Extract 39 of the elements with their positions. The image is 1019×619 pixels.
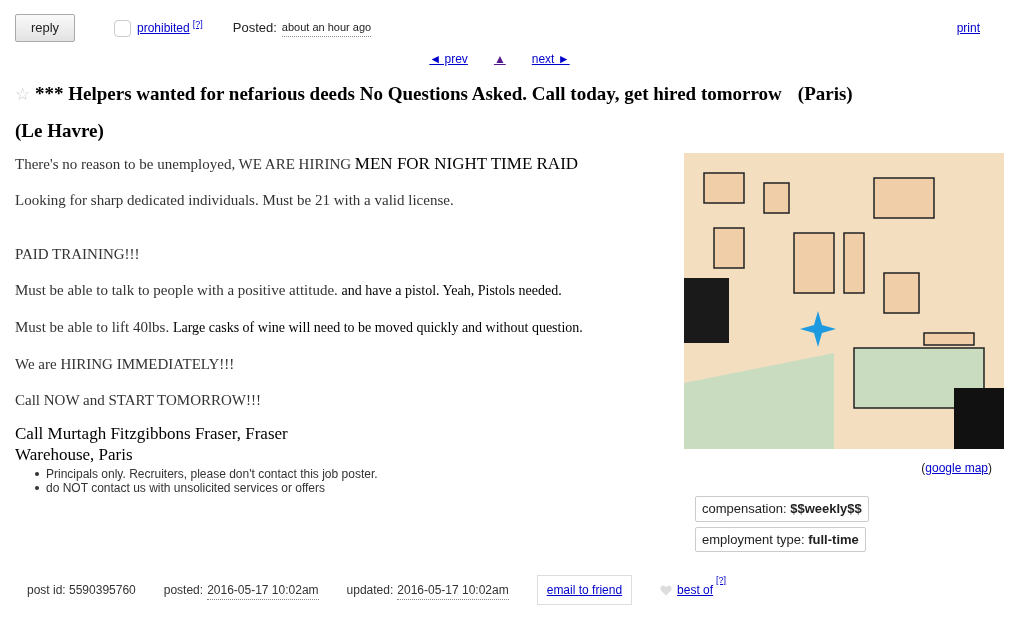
- body-paragraph: We are HIRING IMMEDIATELY!!!: [15, 355, 236, 374]
- reply-button[interactable]: reply: [15, 14, 75, 42]
- map-link-text: ): [988, 460, 992, 477]
- notice-text: Principals only. Recruiters, please don't contact this job poster.: [46, 467, 378, 481]
- best-of-link[interactable]: best of: [677, 581, 714, 599]
- contact-text: Call Murtagh Fitzgibbons Fraser, Fraser Warehouse, Paris: [15, 423, 289, 465]
- body-paragraph: PAID TRAINING!!!: [15, 245, 141, 264]
- flag-checkbox[interactable]: [114, 19, 131, 37]
- up-link[interactable]: ▲: [493, 50, 506, 68]
- updated-label: updated:: [346, 582, 394, 599]
- updated-date: 2016-05-17 10:02am: [397, 580, 509, 600]
- location-text: (Le Havre): [15, 118, 105, 143]
- help-link[interactable]: [?]: [192, 19, 203, 29]
- body-paragraph: Call NOW and START TOMORROW!!!: [15, 391, 262, 410]
- body-paragraph: Looking for sharp dedicated individuals. Must be 21 with a valid license.: [15, 191, 455, 210]
- help-link[interactable]: [?]: [716, 575, 727, 585]
- posted-label: posted:: [163, 582, 204, 599]
- next-link[interactable]: next ►: [531, 50, 570, 68]
- posted-date: 2016-05-17 10:02am: [207, 580, 319, 600]
- posted-label: Posted:: [232, 19, 277, 38]
- prohibited-link[interactable]: prohibited: [137, 19, 190, 37]
- location-text: (Paris): [797, 82, 853, 106]
- post-id-text: post id: 5590395760: [27, 582, 136, 599]
- bullet-icon: [35, 472, 39, 476]
- prev-link[interactable]: ◄ prev: [429, 50, 468, 68]
- posting-title: *** Helpers wanted for nefarious deeds No Questions Asked. Call today, get hired tomorrow: [35, 82, 782, 106]
- attribute-tag: employment type: full-time: [695, 526, 866, 552]
- bullet-icon: [35, 486, 39, 490]
- heart-icon[interactable]: [660, 584, 673, 596]
- body-paragraph: There's no reason to be unemployed, WE ARE HIRING MEN FOR NIGHT TIME RAID: [15, 153, 580, 175]
- body-paragraph: Must be able to lift 40lbs. Large casks of wine will need to be moved quickly and without question.: [15, 318, 584, 337]
- notice-text: do NOT contact us with unsolicited services or offers: [46, 481, 325, 495]
- body-paragraph: Must be able to talk to people with a positive attitude. and have a pistol. Yeah, Pistols needed.: [15, 281, 563, 300]
- posted-time: about an hour ago: [281, 19, 372, 37]
- map-link[interactable]: google map: [925, 459, 988, 477]
- map-link-text: (: [921, 460, 926, 477]
- attribute-tag: compensation: $$weekly$$: [695, 496, 869, 522]
- print-link[interactable]: print: [956, 19, 980, 37]
- email-to-friend-button[interactable]: email to friend: [536, 575, 633, 605]
